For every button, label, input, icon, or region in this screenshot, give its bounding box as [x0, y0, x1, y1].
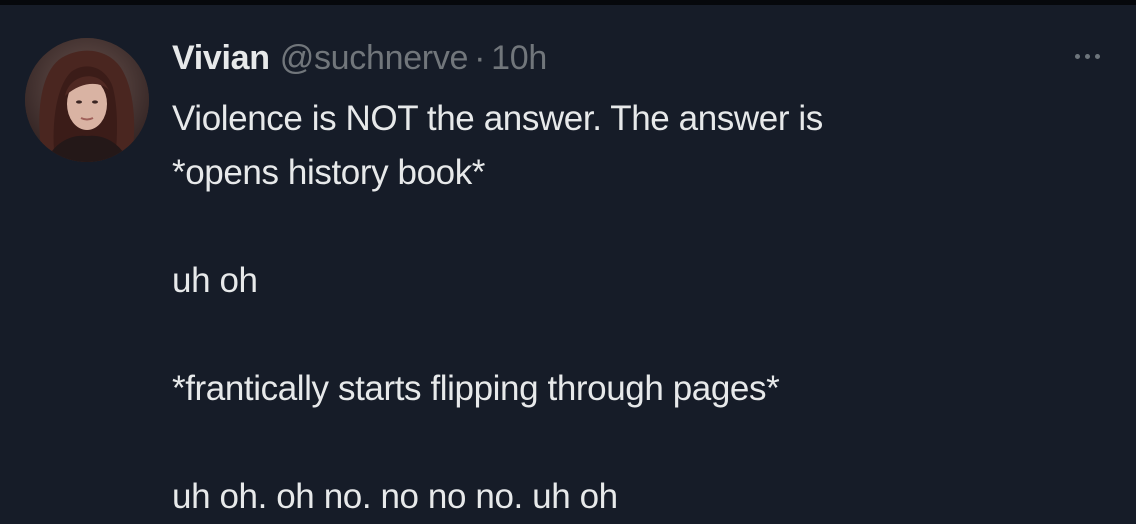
avatar-photo — [25, 38, 149, 162]
tweet-text-line: uh oh. oh no. no no no. uh oh — [172, 477, 618, 516]
more-horizontal-icon — [1094, 53, 1100, 59]
avatar[interactable] — [25, 38, 149, 162]
top-border — [0, 0, 1136, 5]
tweet-line-break — [172, 308, 1072, 362]
tweet-timestamp[interactable]: 10h — [491, 36, 547, 80]
author-name[interactable]: Vivian — [172, 36, 270, 80]
more-options-button[interactable] — [1062, 44, 1112, 68]
author-handle[interactable]: @suchnerve — [280, 36, 469, 80]
tweet-line-break — [172, 416, 1072, 470]
more-horizontal-icon — [1074, 53, 1080, 59]
tweet-view: Vivian @suchnerve · 10h Violence is NOT … — [0, 0, 1136, 524]
tweet-text-line: uh oh — [172, 261, 258, 300]
header-separator: · — [474, 39, 486, 77]
tweet-text: Violence is NOT the answer. The answer i… — [172, 92, 1072, 524]
tweet-header: Vivian @suchnerve · 10h — [172, 36, 547, 80]
tweet-text-line: Violence is NOT the answer. The answer i… — [172, 99, 823, 138]
tweet-text-line: *opens history book* — [172, 153, 486, 192]
tweet-line-break — [172, 200, 1072, 254]
more-horizontal-icon — [1084, 53, 1090, 59]
tweet-text-line: *frantically starts flipping through pag… — [172, 369, 780, 408]
